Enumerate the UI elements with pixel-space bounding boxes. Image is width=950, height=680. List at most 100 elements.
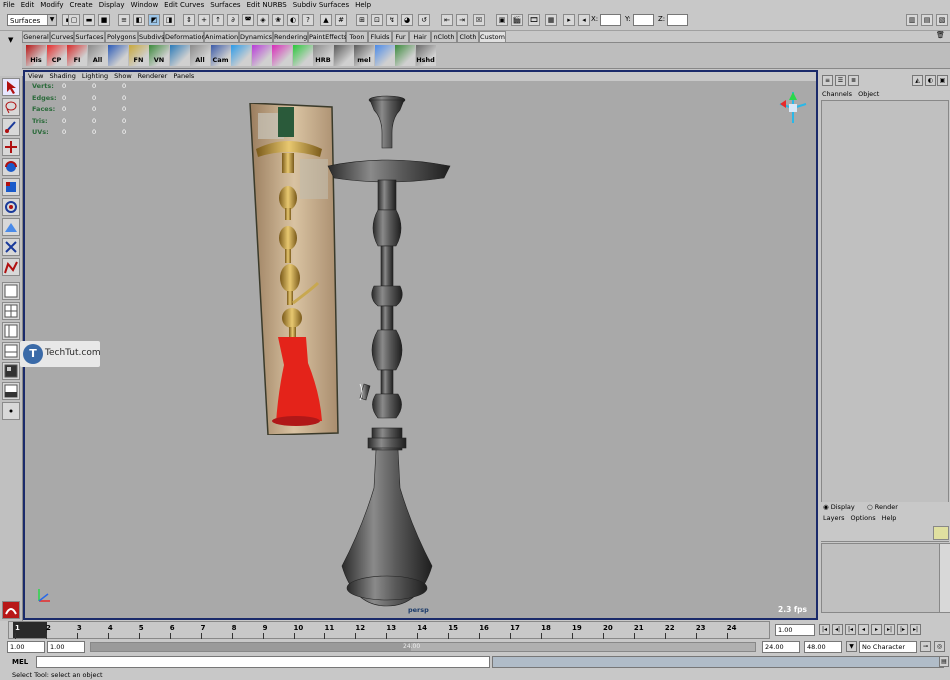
play-forwards-icon[interactable]: ▸ [871, 624, 882, 635]
layer-menu-layers[interactable]: Layers [823, 514, 845, 522]
shelf-button-19-icon[interactable] [395, 45, 415, 66]
shelf-button-6-icon[interactable]: FN [128, 45, 149, 66]
component-mode-icon[interactable]: ◨ [163, 14, 175, 26]
play-backwards-icon[interactable]: ◂ [858, 624, 869, 635]
render-view-icon[interactable]: ▣ [496, 14, 508, 26]
channel-box-menu-channels[interactable]: Channels [822, 90, 852, 98]
shelf-button-12-icon[interactable] [251, 45, 272, 66]
menuset-dropdown[interactable]: Surfaces ▼ [7, 14, 57, 26]
material-icon[interactable]: ◐ [925, 75, 936, 86]
shelf-button-4-icon[interactable]: All [87, 45, 108, 66]
shelf-tab-painteffects[interactable]: PaintEffects [308, 31, 347, 42]
menu-modify[interactable]: Modify [37, 0, 66, 9]
persp-hypershade-layout-icon[interactable] [2, 382, 20, 400]
shelf-tab-subdivs[interactable]: Subdivs [138, 31, 165, 42]
shelf-tab-ncloth[interactable]: nCloth [431, 31, 457, 42]
script-editor-icon[interactable]: ▤ [939, 656, 949, 667]
channel-box-layers-icon[interactable]: ☰ [835, 75, 846, 86]
render-settings-icon[interactable]: ▦ [545, 14, 557, 26]
shading-icon[interactable]: ◭ [912, 75, 923, 86]
move-tool-icon[interactable] [2, 138, 20, 156]
show-manipulator-icon[interactable] [2, 238, 20, 256]
shelf-button-9-icon[interactable]: All [190, 45, 210, 66]
character-set-field[interactable]: No Character Set [859, 641, 917, 662]
step-back-frame-icon[interactable]: ◂| [832, 624, 843, 635]
shelf-button-7-icon[interactable]: VN [149, 45, 169, 66]
shelf-tab-hair[interactable]: Hair [409, 31, 431, 42]
output-ops-icon[interactable]: ⇥ [456, 14, 468, 26]
snap-curve-icon[interactable]: ⊞ [356, 14, 368, 26]
shelf-button-15-icon[interactable]: HRB [313, 45, 333, 66]
shelf-button-10-icon[interactable]: Cam [210, 45, 231, 66]
go-to-end-icon[interactable]: ▸| [910, 624, 921, 635]
arrow-right-icon[interactable]: ▸ [563, 14, 575, 26]
filter-icon[interactable]: ⇕ [183, 14, 195, 26]
panel-menu-panels[interactable]: Panels [170, 72, 197, 81]
shelf-tab-animation[interactable]: Animation [204, 31, 239, 42]
joint-mask-icon[interactable]: ↑ [212, 14, 224, 26]
shelf-button-3-icon[interactable]: FI [67, 45, 87, 66]
menu-surfaces[interactable]: Surfaces [207, 0, 243, 9]
range-slider-bar[interactable]: 24.00 [90, 642, 756, 652]
current-frame-field[interactable]: 1.00 [775, 624, 815, 636]
render-frame-icon[interactable]: 🎬 [511, 14, 523, 26]
handle-mask-icon[interactable]: + [198, 14, 210, 26]
shelf-button-11-icon[interactable] [231, 45, 251, 66]
soft-mod-tool-icon[interactable] [2, 218, 20, 236]
shelf-tab-toon[interactable]: Toon [346, 31, 368, 42]
layer-list[interactable] [821, 543, 941, 613]
shelf-tab-cloth[interactable]: Cloth [457, 31, 479, 42]
shelf-button-16-icon[interactable] [333, 45, 354, 66]
time-slider-track[interactable]: 1 2 3 4 5 6 7 8 9 10 11 12 13 14 15 16 17 18 19 20 21 22 23 24 [8, 621, 770, 639]
attribute-editor-icon[interactable]: ▥ [906, 14, 918, 26]
view-axis-gizmo[interactable] [776, 90, 810, 126]
menu-help[interactable]: Help [352, 0, 374, 9]
go-to-start-icon[interactable]: |◂ [819, 624, 830, 635]
input-type-icon[interactable]: ◂ [578, 14, 590, 26]
snap-view-icon[interactable]: ↯ [386, 14, 398, 26]
shelf-tab-polygons[interactable]: Polygons [105, 31, 138, 42]
select-mode-icon[interactable]: ≡ [118, 14, 130, 26]
shelf-tab-dynamics[interactable]: Dynamics [239, 31, 273, 42]
menu-edit[interactable]: Edit [18, 0, 38, 9]
save-scene-icon[interactable]: ■ [98, 14, 110, 26]
hierarchy-mode-icon[interactable]: ◧ [133, 14, 145, 26]
render-radio[interactable]: ○ Render [867, 503, 898, 511]
playback-end-field[interactable]: 24.00 [762, 641, 800, 653]
object-mode-icon[interactable]: ◩ [148, 14, 160, 26]
auto-key-icon[interactable]: ⊸ [920, 641, 931, 652]
select-tool-icon[interactable] [2, 78, 20, 96]
curve-mask-icon[interactable]: ∂ [227, 14, 239, 26]
channel-box-icon[interactable]: ▧ [936, 14, 948, 26]
menu-create[interactable]: Create [66, 0, 95, 9]
shelf-button-13-icon[interactable] [272, 45, 292, 66]
shelf-tab-surfaces[interactable]: Surfaces [74, 31, 105, 42]
shelf-button-20-icon[interactable]: Hshd [415, 45, 436, 66]
deform-mask-icon[interactable]: ◈ [257, 14, 269, 26]
construction-history-icon[interactable]: ☒ [473, 14, 485, 26]
menu-edit-curves[interactable]: Edit Curves [161, 0, 207, 9]
panel-menu-show[interactable]: Show [111, 72, 135, 81]
persp-graph-layout-icon[interactable] [2, 342, 20, 360]
playback-start-field[interactable]: 1.00 [47, 641, 85, 653]
shelf-tab-general[interactable]: General [22, 31, 50, 42]
mel-input-field[interactable] [36, 656, 490, 668]
menu-window[interactable]: Window [128, 0, 162, 9]
more-layouts-icon[interactable] [2, 402, 20, 420]
render-mask-icon[interactable]: ◐ [287, 14, 299, 26]
new-scene-icon[interactable]: ▢ [68, 14, 80, 26]
panel-menu-lighting[interactable]: Lighting [79, 72, 111, 81]
attribute-list-icon[interactable]: ≣ [848, 75, 859, 86]
end-time-field[interactable]: 48.00 [804, 641, 842, 653]
menu-file[interactable]: File [0, 0, 18, 9]
dynamic-mask-icon[interactable]: ❀ [272, 14, 284, 26]
snap-point-icon[interactable]: ⊡ [371, 14, 383, 26]
menu-subdiv-surfaces[interactable]: Subdiv Surfaces [290, 0, 352, 9]
snap-grid-icon[interactable]: # [335, 14, 347, 26]
panel-menu-shading[interactable]: Shading [46, 72, 78, 81]
channel-box-menu-object[interactable]: Object [858, 90, 879, 98]
shelf-button-14-icon[interactable] [292, 45, 313, 66]
layer-menu-help[interactable]: Help [882, 514, 897, 522]
shelf-button-2-icon[interactable]: CP [46, 45, 67, 66]
persp-outliner-layout-icon[interactable] [2, 322, 20, 340]
